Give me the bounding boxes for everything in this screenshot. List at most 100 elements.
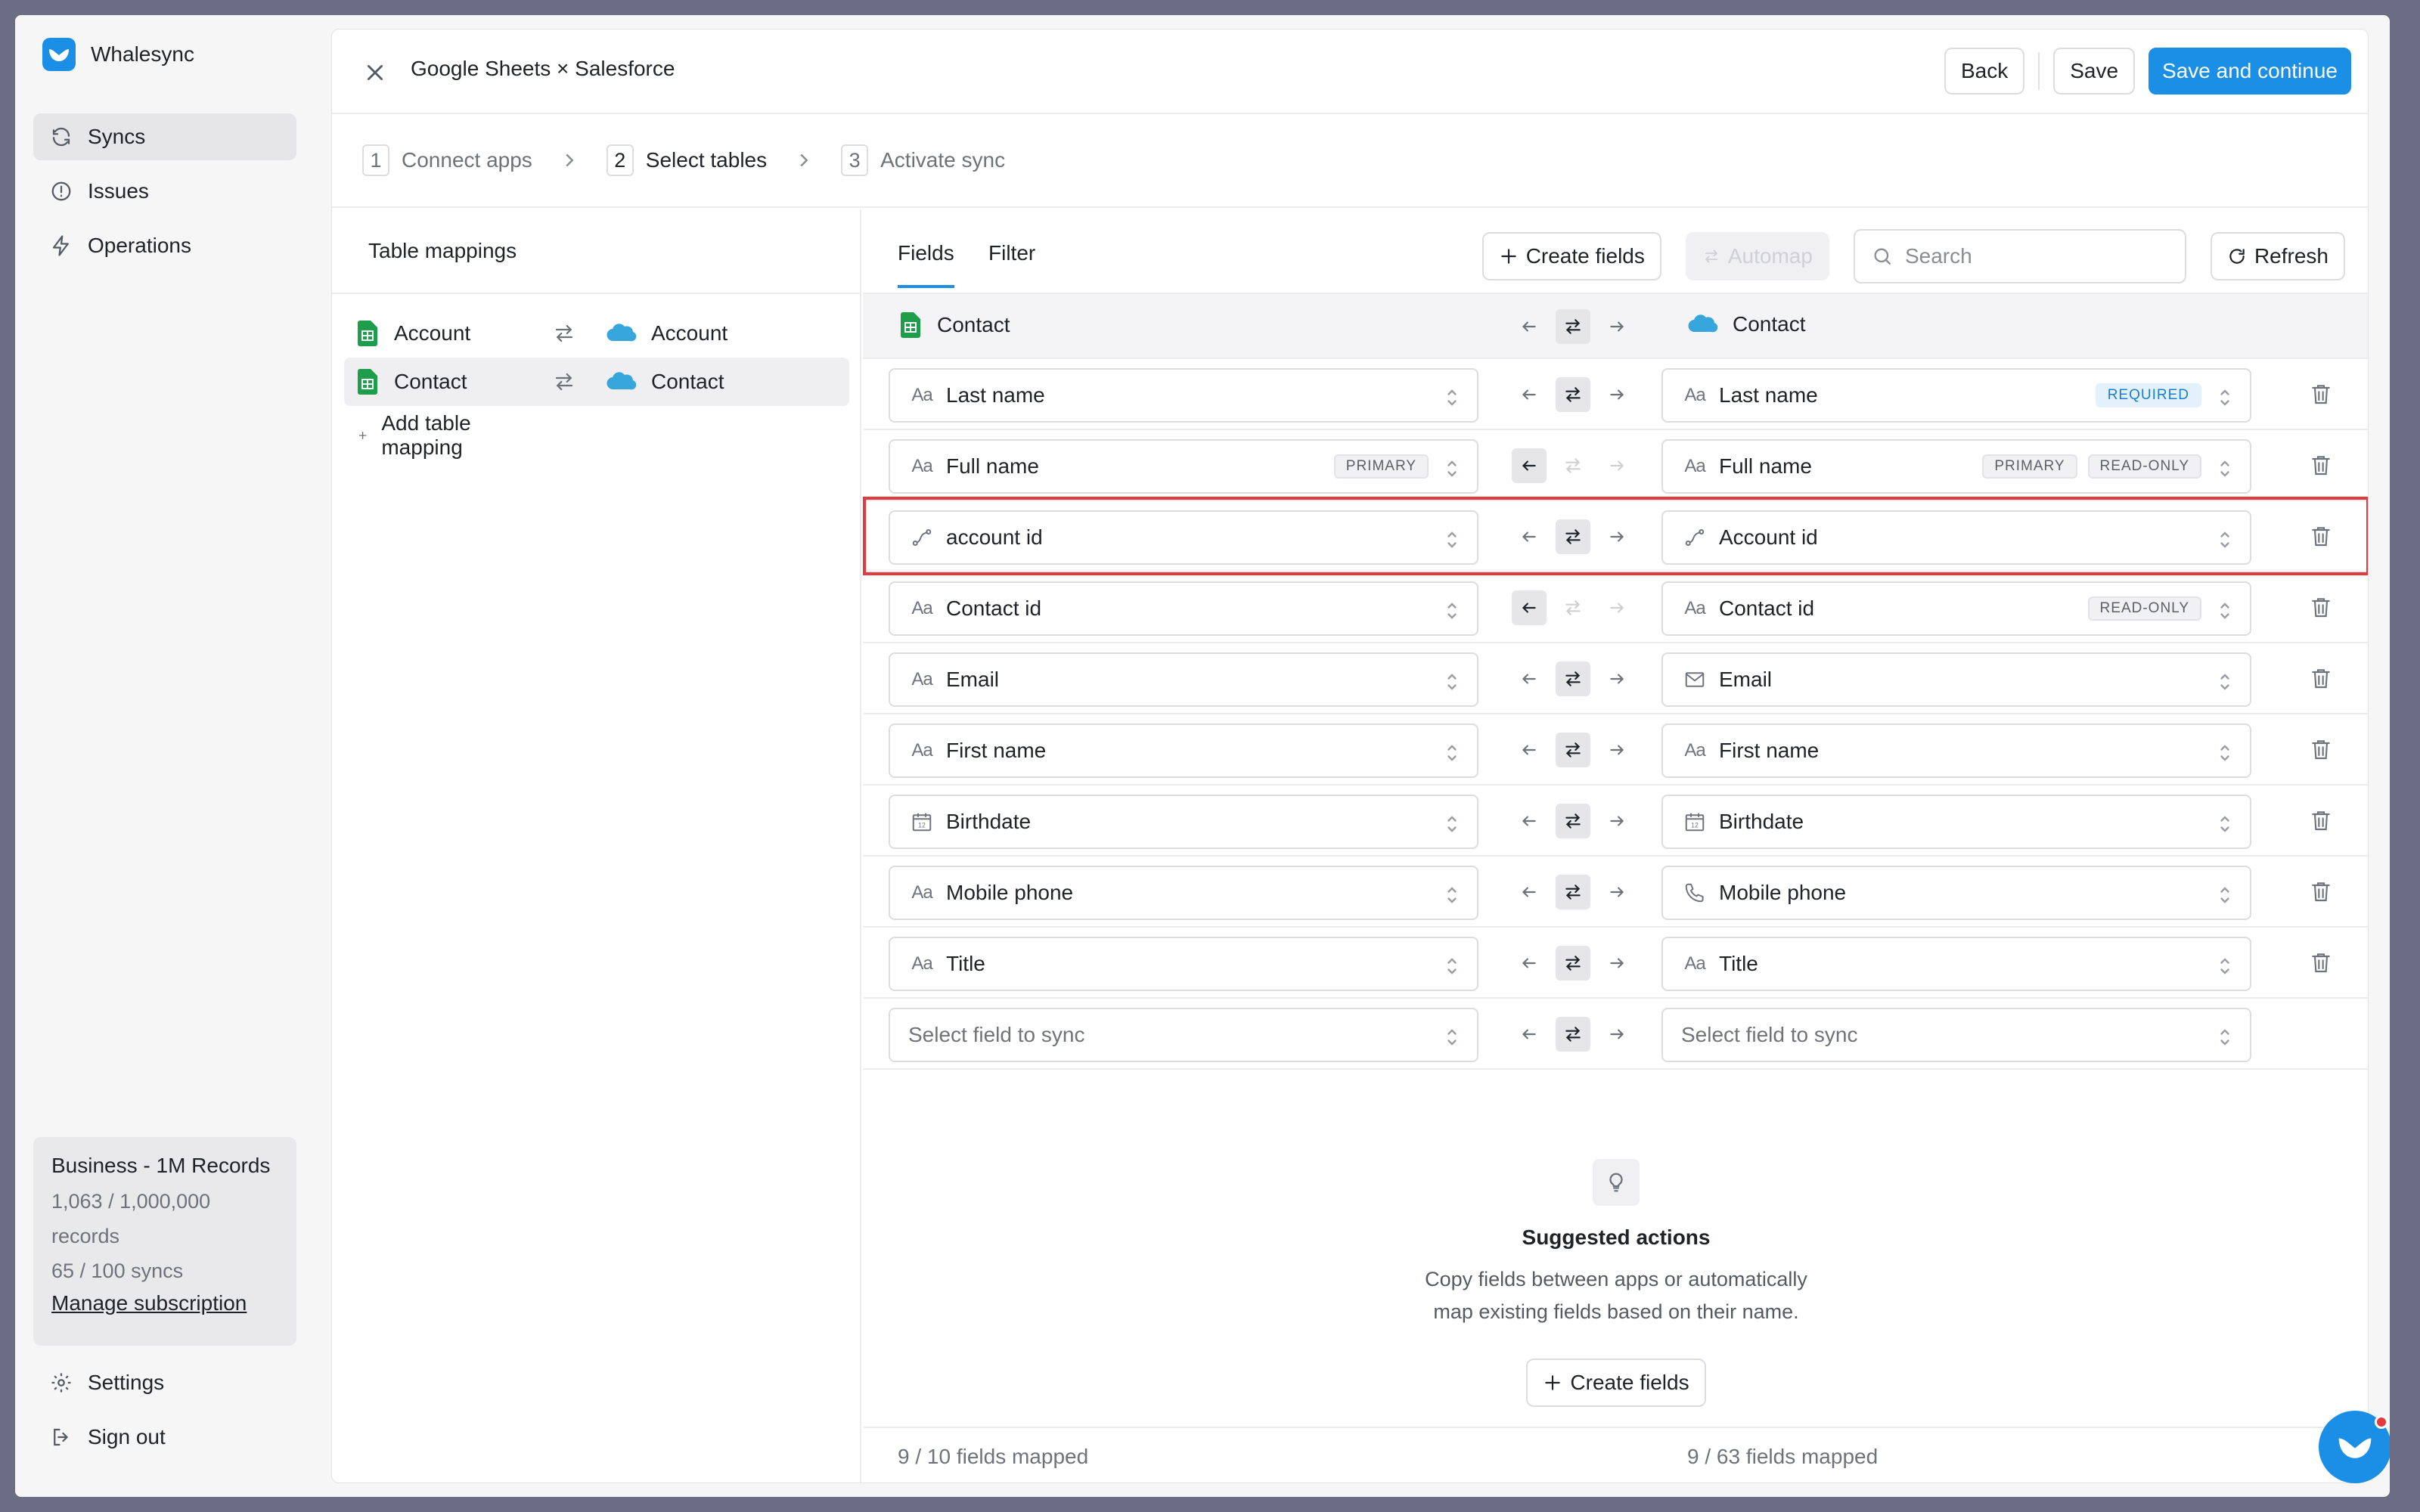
sync-left-arrow-icon[interactable]	[1512, 662, 1547, 696]
step-connect-apps[interactable]: 1 Connect apps	[362, 144, 532, 176]
source-field-select[interactable]: Select field to sync	[889, 1008, 1478, 1062]
trash-icon[interactable]	[2309, 524, 2333, 550]
target-field-select[interactable]: Aa Full name PRIMARY READ-ONLY	[1661, 439, 2251, 494]
sync-right-arrow-icon[interactable]	[1599, 377, 1634, 412]
sync-both-arrow-icon[interactable]	[1556, 590, 1590, 625]
field-mapping-row-empty: Select field to sync Select field to syn…	[863, 999, 2368, 1070]
sidebar-item-syncs[interactable]: Syncs	[33, 113, 296, 160]
sign-out-icon	[54, 1428, 69, 1446]
sync-both-arrow-icon[interactable]	[1556, 448, 1590, 483]
field-mapping-row: Aa Contact id Aa Contact id READ-ONLY	[863, 572, 2368, 643]
table-mapping-contact[interactable]: Contact Contact	[344, 358, 849, 406]
target-field-select[interactable]: Aa Contact id READ-ONLY	[1661, 581, 2251, 636]
sync-right-arrow-icon[interactable]	[1599, 309, 1634, 344]
automap-button[interactable]: Automap	[1685, 232, 1829, 280]
target-field-select[interactable]: Select field to sync	[1661, 1008, 2251, 1062]
trash-icon[interactable]	[2309, 737, 2333, 763]
sync-both-arrow-icon[interactable]	[1556, 309, 1590, 344]
add-table-mapping-button[interactable]: Add table mapping	[358, 411, 472, 460]
field-mapping-row: account id Account id	[863, 497, 2368, 575]
sync-both-arrow-icon[interactable]	[1556, 875, 1590, 909]
back-button[interactable]: Back	[1944, 48, 2025, 94]
sync-left-arrow-icon[interactable]	[1512, 309, 1547, 344]
target-field-select[interactable]: Aa First name	[1661, 723, 2251, 778]
trash-icon[interactable]	[2309, 808, 2333, 834]
trash-icon[interactable]	[2309, 453, 2333, 479]
sync-both-arrow-icon[interactable]	[1556, 733, 1590, 767]
create-fields-button-secondary[interactable]: Create fields	[1526, 1359, 1706, 1407]
source-field-select[interactable]: Aa Contact id	[889, 581, 1478, 636]
target-field-select[interactable]: Account id	[1661, 510, 2251, 565]
sync-right-arrow-icon[interactable]	[1599, 733, 1634, 767]
tab-filter[interactable]: Filter	[988, 241, 1035, 265]
sync-both-arrow-icon[interactable]	[1556, 377, 1590, 412]
search-input[interactable]	[1904, 244, 2147, 268]
sync-both-arrow-icon[interactable]	[1556, 946, 1590, 981]
save-and-continue-button[interactable]: Save and continue	[2149, 48, 2351, 94]
step-activate-sync[interactable]: 3 Activate sync	[841, 144, 1005, 176]
topbar: Google Sheets × Salesforce Back Save Sav…	[332, 29, 2368, 114]
trash-icon[interactable]	[2309, 950, 2333, 976]
sync-left-arrow-icon[interactable]	[1512, 875, 1547, 909]
sync-left-arrow-icon[interactable]	[1512, 1017, 1547, 1052]
sidebar-item-sign-out[interactable]: Sign out	[33, 1414, 296, 1461]
sync-left-arrow-icon[interactable]	[1512, 377, 1547, 412]
source-field-select[interactable]: Aa Full name PRIMARY	[889, 439, 1478, 494]
sync-left-arrow-icon[interactable]	[1512, 519, 1547, 554]
target-field-select[interactable]: Aa Title	[1661, 937, 2251, 991]
table-mapping-account[interactable]: Account Account	[344, 309, 849, 358]
sync-right-arrow-icon[interactable]	[1599, 946, 1634, 981]
source-field-select[interactable]: Aa First name	[889, 723, 1478, 778]
sync-left-arrow-icon[interactable]	[1512, 448, 1547, 483]
trash-icon[interactable]	[2309, 382, 2333, 407]
sync-right-arrow-icon[interactable]	[1599, 448, 1634, 483]
source-field-select[interactable]: 12 Birthdate	[889, 795, 1478, 849]
target-field-select[interactable]: 12 Birthdate	[1661, 795, 2251, 849]
sync-left-arrow-icon[interactable]	[1512, 590, 1547, 625]
target-field-select[interactable]: Aa Last name REQUIRED	[1661, 368, 2251, 423]
sidebar-item-label: Sign out	[88, 1425, 166, 1448]
close-icon[interactable]	[362, 60, 388, 85]
target-field-select[interactable]: Mobile phone	[1661, 866, 2251, 920]
create-fields-button[interactable]: Create fields	[1481, 232, 1661, 280]
stepper: 1 Connect apps 2 Select tables 3 Activat…	[332, 114, 2368, 208]
sidebar-item-operations[interactable]: Operations	[33, 222, 296, 269]
chevron-updown-icon	[2218, 884, 2232, 905]
text-icon: Aa	[1684, 598, 1705, 618]
sync-right-arrow-icon[interactable]	[1599, 662, 1634, 696]
chat-launcher-button[interactable]	[2319, 1411, 2390, 1483]
step-select-tables[interactable]: 2 Select tables	[606, 144, 767, 176]
sync-both-arrow-icon[interactable]	[1556, 519, 1590, 554]
whalesync-chat-icon	[2338, 1438, 2372, 1458]
source-field-select[interactable]: Aa Mobile phone	[889, 866, 1478, 920]
sync-both-arrow-icon[interactable]	[1556, 1017, 1590, 1052]
sync-right-arrow-icon[interactable]	[1599, 1017, 1634, 1052]
sync-right-arrow-icon[interactable]	[1599, 590, 1634, 625]
save-button[interactable]: Save	[2053, 48, 2136, 94]
sync-right-arrow-icon[interactable]	[1599, 804, 1634, 838]
sidebar-item-settings[interactable]: Settings	[33, 1359, 296, 1406]
trash-icon[interactable]	[2309, 666, 2333, 692]
tab-fields[interactable]: Fields	[898, 241, 954, 288]
brand[interactable]: Whalesync	[42, 38, 194, 71]
sync-left-arrow-icon[interactable]	[1512, 946, 1547, 981]
manage-subscription-link[interactable]: Manage subscription	[51, 1291, 278, 1315]
sync-right-arrow-icon[interactable]	[1599, 875, 1634, 909]
source-field-select[interactable]: account id	[889, 510, 1478, 565]
refresh-button[interactable]: Refresh	[2210, 232, 2345, 280]
sync-left-arrow-icon[interactable]	[1512, 804, 1547, 838]
sync-right-arrow-icon[interactable]	[1599, 519, 1634, 554]
sync-both-arrow-icon[interactable]	[1556, 804, 1590, 838]
trash-icon[interactable]	[2309, 595, 2333, 621]
trash-icon[interactable]	[2309, 879, 2333, 905]
source-field-select[interactable]: Aa Email	[889, 652, 1478, 707]
source-field-name: Title	[946, 952, 985, 975]
sync-left-arrow-icon[interactable]	[1512, 733, 1547, 767]
sidebar-item-issues[interactable]: Issues	[33, 168, 296, 215]
sync-both-arrow-icon[interactable]	[1556, 662, 1590, 696]
source-field-select[interactable]: Aa Last name	[889, 368, 1478, 423]
text-icon: Aa	[911, 598, 932, 618]
source-field-select[interactable]: Aa Title	[889, 937, 1478, 991]
target-field-select[interactable]: Email	[1661, 652, 2251, 707]
target-field-name: Birthdate	[1719, 810, 1804, 833]
